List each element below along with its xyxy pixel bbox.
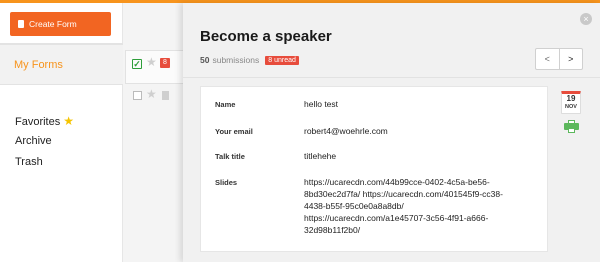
document-icon [162, 91, 169, 100]
date-month: NOV [565, 104, 577, 110]
field-value: titlehehe [304, 150, 336, 162]
print-icon[interactable] [564, 120, 579, 133]
sidebar-item-favorites[interactable]: Favorites ★ [15, 114, 74, 128]
sidebar: Create Form My Forms Favorites ★ Archive … [0, 3, 123, 262]
submissions-label: submissions [212, 55, 260, 65]
field-value: robert4@woehrle.com [304, 125, 388, 137]
date-day: 19 [566, 94, 576, 103]
submission-panel: × Become a speaker 50 submissions 8 unre… [183, 3, 600, 262]
form-title: Become a speaker [200, 28, 332, 45]
field-label: Talk title [215, 152, 245, 161]
favorites-label: Favorites [15, 116, 61, 128]
sidebar-item-my-forms[interactable]: My Forms [0, 44, 123, 85]
calendar-icon: 19 NOV [561, 91, 581, 114]
value-line: 32d98b11f2b0/ [304, 225, 361, 235]
star-icon[interactable]: ★ [146, 55, 157, 69]
document-icon [18, 20, 24, 28]
sidebar-item-trash[interactable]: Trash [15, 156, 43, 168]
submission-card: Name hello test Your email robert4@woehr… [200, 86, 548, 252]
value-line: hello test [304, 99, 339, 109]
value-line: titlehehe [304, 151, 337, 161]
submission-count-badge: 8 [160, 58, 170, 68]
field-value: https://ucarecdn.com/44b99cce-0402-4c5a-… [304, 176, 503, 236]
archive-label: Archive [15, 135, 52, 147]
submission-summary: 50 submissions 8 unread [200, 55, 299, 65]
field-value: hello test [304, 98, 338, 110]
previous-button[interactable]: < [536, 49, 559, 69]
trash-label: Trash [15, 156, 43, 168]
next-button[interactable]: > [558, 49, 583, 69]
pager: < > [535, 48, 583, 70]
form-list: ✓ ★ 8 ★ [123, 3, 185, 262]
field-label: Name [215, 100, 236, 109]
value-line: 8bd30ec2d7fa/ https://ucarecdn.com/40154… [304, 189, 503, 199]
field-label: Your email [215, 127, 253, 136]
field-label: Slides [215, 178, 238, 187]
value-line: https://ucarecdn.com/a1e45707-3c56-4f91-… [304, 213, 489, 223]
my-forms-label: My Forms [14, 59, 63, 71]
create-form-label: Create Form [29, 19, 77, 29]
panel-divider [183, 77, 600, 78]
checked-checkbox[interactable]: ✓ [132, 59, 142, 69]
checkbox[interactable] [133, 91, 142, 100]
create-form-button[interactable]: Create Form [10, 12, 111, 36]
value-line: robert4@woehrle.com [304, 126, 388, 136]
star-icon[interactable]: ★ [146, 87, 157, 101]
sidebar-item-archive[interactable]: Archive [15, 135, 52, 147]
unread-badge: 8 unread [265, 55, 299, 65]
submissions-count: 50 [200, 55, 210, 65]
value-line: https://ucarecdn.com/44b99cce-0402-4c5a-… [304, 177, 490, 187]
value-line: 4438-b55f-95c0e0a8a8db/ [304, 201, 404, 211]
close-icon[interactable]: × [580, 13, 592, 25]
star-icon: ★ [63, 114, 75, 128]
printer-paper-out [568, 128, 575, 133]
